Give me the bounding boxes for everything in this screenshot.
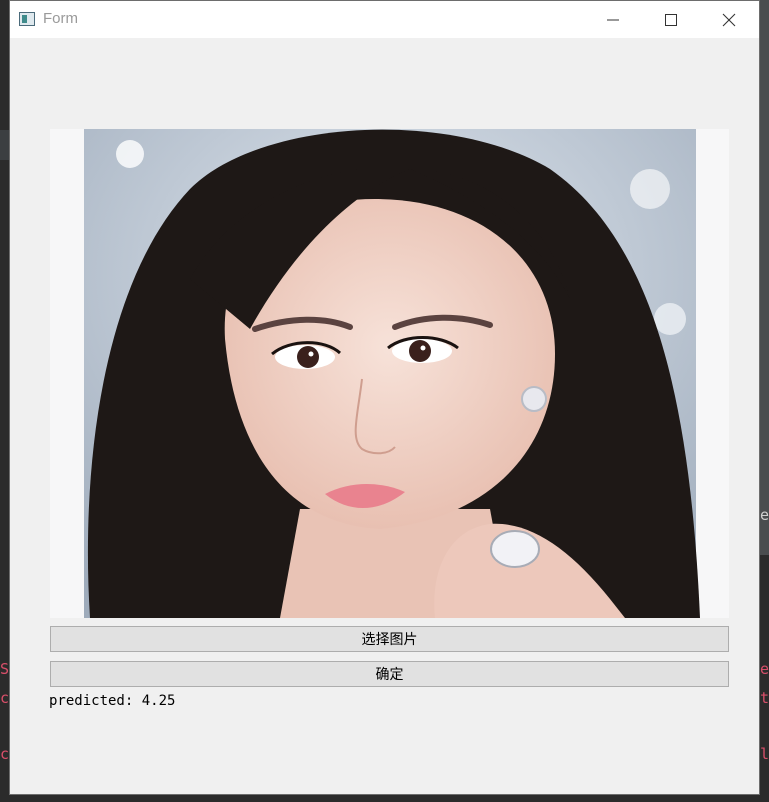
background-text-fragment: S xyxy=(0,660,10,678)
portrait-photo xyxy=(50,129,729,618)
confirm-button[interactable]: 确定 xyxy=(50,661,729,687)
prediction-result-label: predicted: 4.25 xyxy=(49,693,176,709)
maximize-button[interactable] xyxy=(642,1,700,38)
background-text-fragment: l xyxy=(760,745,769,763)
select-image-button[interactable]: 选择图片 xyxy=(50,626,729,652)
minimize-button[interactable] xyxy=(584,1,642,38)
form-window: Form 选择图片 确定 predicted: 4.25 xyxy=(9,0,760,795)
minimize-icon xyxy=(607,19,619,20)
maximize-icon xyxy=(665,13,677,26)
window-title: Form xyxy=(43,10,78,27)
background-ide-panel xyxy=(0,130,9,160)
app-window-icon xyxy=(19,12,35,26)
close-icon xyxy=(722,13,736,26)
background-text-fragment: c xyxy=(0,689,10,707)
background-text-fragment: e xyxy=(760,506,769,524)
background-text-fragment: c xyxy=(0,745,10,763)
background-ide-panel xyxy=(760,0,769,555)
title-bar[interactable]: Form xyxy=(10,1,759,38)
close-button[interactable] xyxy=(700,1,758,38)
image-preview xyxy=(50,129,729,618)
background-text-fragment: t xyxy=(760,689,769,707)
background-text-fragment: e xyxy=(760,660,769,678)
